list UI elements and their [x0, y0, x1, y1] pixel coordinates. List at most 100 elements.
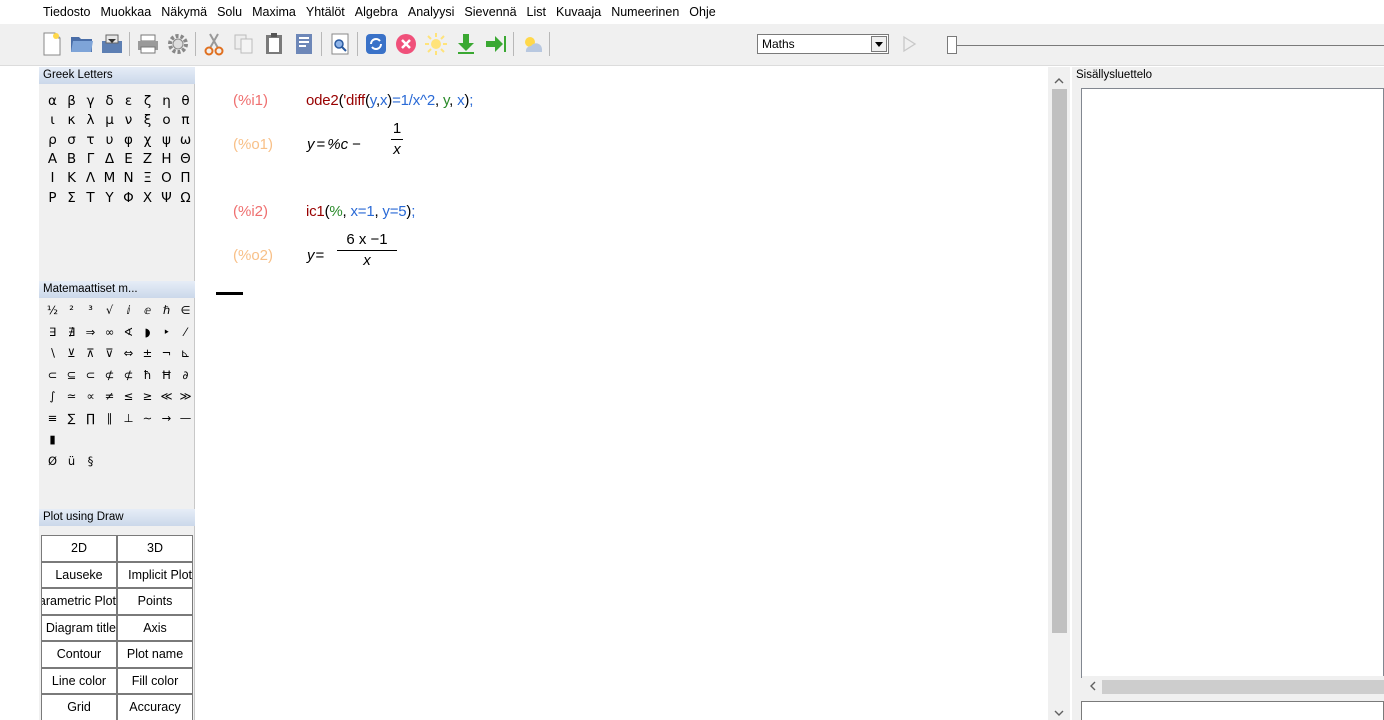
greek-symbol-button[interactable]: ψ: [157, 132, 176, 148]
math-symbol-button[interactable]: ü: [62, 454, 81, 468]
greek-symbol-button[interactable]: δ: [100, 93, 119, 109]
cut-scissors-icon[interactable]: [200, 30, 228, 58]
math-symbol-button[interactable]: ≃: [62, 389, 81, 403]
math-symbol-button[interactable]: ∥: [100, 411, 119, 425]
math-symbol-button[interactable]: ‣: [157, 325, 176, 339]
math-symbol-button[interactable]: ²: [62, 303, 81, 317]
math-symbol-button[interactable]: √: [100, 303, 119, 317]
math-symbol-button[interactable]: ◗: [138, 325, 157, 339]
math-symbol-button[interactable]: ∝: [81, 389, 100, 403]
greek-symbol-button[interactable]: Μ: [100, 170, 119, 186]
menu-numeric[interactable]: Numeerinen: [606, 2, 684, 22]
draw-3d-button[interactable]: 3D: [117, 535, 193, 562]
draw-accuracy-button[interactable]: Accuracy: [117, 694, 193, 720]
greek-symbol-button[interactable]: Ζ: [138, 151, 157, 167]
chevron-down-icon[interactable]: [871, 36, 887, 52]
greek-symbol-button[interactable]: σ: [62, 132, 81, 148]
greek-symbol-button[interactable]: Η: [157, 151, 176, 167]
greek-symbol-button[interactable]: ε: [119, 93, 138, 109]
math-symbol-button[interactable]: —: [176, 411, 195, 425]
math-symbol-button[interactable]: §: [81, 454, 100, 468]
math-symbol-button[interactable]: ⊼: [81, 346, 100, 360]
menu-file[interactable]: Tiedosto: [38, 2, 95, 22]
greek-symbol-button[interactable]: Ε: [119, 151, 138, 167]
toc-list[interactable]: [1081, 88, 1384, 678]
greek-symbol-button[interactable]: γ: [81, 93, 100, 109]
greek-symbol-button[interactable]: η: [157, 93, 176, 109]
math-symbol-button[interactable]: Ħ: [157, 368, 176, 382]
greek-symbol-button[interactable]: Χ: [138, 190, 157, 206]
greek-symbol-button[interactable]: β: [62, 93, 81, 109]
scroll-up-icon[interactable]: [1054, 76, 1064, 86]
worksheet[interactable]: (%i1) ode2('diff(y,x)=1/x^2, y, x); (%o1…: [197, 67, 1047, 720]
input-line-1[interactable]: ode2('diff(y,x)=1/x^2, y, x);: [306, 92, 473, 109]
animation-slider-track[interactable]: [955, 45, 1384, 46]
math-symbol-button[interactable]: ⊥: [119, 411, 138, 425]
math-symbol-button[interactable]: ▮: [43, 432, 62, 446]
math-symbol-button[interactable]: ⊂: [43, 368, 62, 382]
evaluate-down-icon[interactable]: [452, 30, 480, 58]
greek-symbol-button[interactable]: Α: [43, 151, 62, 167]
greek-symbol-button[interactable]: Ω: [176, 190, 195, 206]
math-symbol-button[interactable]: ∫: [43, 389, 62, 403]
greek-symbol-button[interactable]: ι: [43, 112, 62, 128]
greek-symbol-button[interactable]: μ: [100, 112, 119, 128]
menu-algebra[interactable]: Algebra: [350, 2, 403, 22]
math-symbol-button[interactable]: ∃: [43, 325, 62, 339]
greek-symbol-button[interactable]: κ: [62, 112, 81, 128]
scroll-down-icon[interactable]: [1054, 708, 1064, 718]
play-icon[interactable]: [895, 30, 923, 58]
greek-symbol-button[interactable]: Ι: [43, 170, 62, 186]
math-symbol-button[interactable]: ⅇ: [138, 303, 157, 317]
math-symbol-button[interactable]: ⇔: [119, 346, 138, 360]
menu-equations[interactable]: Yhtälöt: [301, 2, 350, 22]
math-symbol-button[interactable]: ⁄: [176, 325, 195, 339]
interrupt-refresh-icon[interactable]: [362, 30, 390, 58]
new-document-icon[interactable]: [38, 30, 66, 58]
math-symbol-button[interactable]: ⊽: [100, 346, 119, 360]
greek-symbol-button[interactable]: ζ: [138, 93, 157, 109]
math-symbol-button[interactable]: ∄: [62, 325, 81, 339]
math-symbol-button[interactable]: ∈: [176, 303, 195, 317]
math-symbol-button[interactable]: ⇒: [81, 325, 100, 339]
draw-implicit-plot-button[interactable]: Implicit Plot: [117, 561, 193, 588]
math-symbol-button[interactable]: →: [157, 411, 176, 425]
greek-symbol-button[interactable]: Λ: [81, 170, 100, 186]
greek-symbol-button[interactable]: ο: [157, 112, 176, 128]
greek-symbol-button[interactable]: χ: [138, 132, 157, 148]
cell-type-select[interactable]: Maths: [757, 34, 889, 54]
greek-symbol-button[interactable]: Ρ: [43, 190, 62, 206]
greek-symbol-button[interactable]: φ: [119, 132, 138, 148]
draw-parametric-plot-button[interactable]: Parametric Plot: [41, 588, 117, 615]
menu-view[interactable]: Näkymä: [156, 2, 212, 22]
greek-symbol-button[interactable]: ρ: [43, 132, 62, 148]
greek-symbol-button[interactable]: υ: [100, 132, 119, 148]
math-symbol-button[interactable]: ∞: [100, 325, 119, 339]
find-icon[interactable]: [326, 30, 354, 58]
greek-symbol-button[interactable]: Π: [176, 170, 195, 186]
math-symbol-button[interactable]: ∼: [138, 411, 157, 425]
greek-symbol-button[interactable]: λ: [81, 112, 100, 128]
select-all-icon[interactable]: [290, 30, 318, 58]
math-symbol-button[interactable]: ⊾: [176, 346, 195, 360]
math-symbol-button[interactable]: ∂: [176, 368, 195, 382]
math-symbol-button[interactable]: ∖: [43, 346, 62, 360]
draw-diagram-title-button[interactable]: Diagram title: [41, 614, 117, 641]
draw-contour-button[interactable]: Contour: [41, 641, 117, 668]
draw-line-color-button[interactable]: Line color: [41, 667, 117, 694]
menu-edit[interactable]: Muokkaa: [95, 2, 156, 22]
worksheet-scrollbar[interactable]: [1048, 67, 1070, 720]
animation-slider-thumb[interactable]: [947, 36, 957, 54]
menu-simplify[interactable]: Sievennä: [459, 2, 521, 22]
greek-symbol-button[interactable]: Σ: [62, 190, 81, 206]
greek-symbol-button[interactable]: Ξ: [138, 170, 157, 186]
math-symbol-button[interactable]: ±: [138, 346, 157, 360]
greek-symbol-button[interactable]: ξ: [138, 112, 157, 128]
math-symbol-button[interactable]: ℏ: [157, 303, 176, 317]
toc-scroll-thumb[interactable]: [1102, 680, 1384, 694]
save-icon[interactable]: [98, 30, 126, 58]
greek-symbol-button[interactable]: Γ: [81, 151, 100, 167]
math-symbol-button[interactable]: ½: [43, 303, 62, 317]
greek-symbol-button[interactable]: Ν: [119, 170, 138, 186]
draw-points-button[interactable]: Points: [117, 588, 193, 615]
